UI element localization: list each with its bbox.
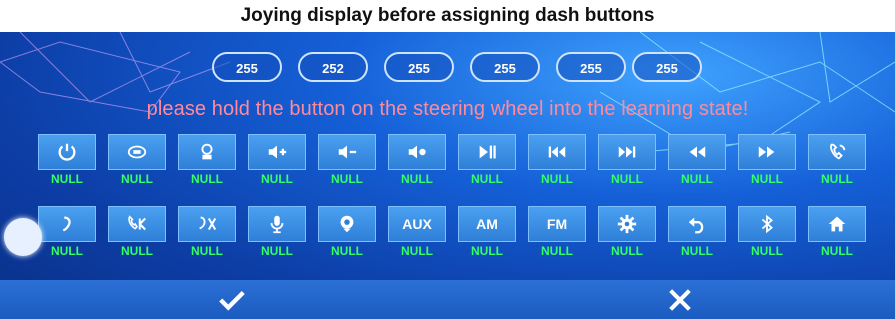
head-unit-screen: 255 252 255 255 255 255 please hold the … [0, 32, 895, 319]
floating-assist-button[interactable] [4, 218, 42, 256]
mute-icon[interactable] [388, 134, 446, 170]
key-status-label: NULL [751, 244, 783, 258]
key-status-label: NULL [121, 244, 153, 258]
key-status-label: NULL [401, 244, 433, 258]
key-call[interactable]: NULL [808, 134, 866, 192]
hook-x-icon[interactable] [178, 206, 236, 242]
key-phone-hangup[interactable]: NULL [178, 134, 236, 192]
am-icon[interactable]: AM [458, 206, 516, 242]
key-status-label: NULL [51, 172, 83, 186]
key-back[interactable]: NULL [668, 206, 726, 264]
navigation-icon[interactable] [318, 206, 376, 242]
learned-values-row: 255 252 255 255 255 255 [212, 52, 712, 84]
key-status-label: NULL [821, 172, 853, 186]
key-status-label: NULL [681, 172, 713, 186]
call-icon[interactable] [808, 134, 866, 170]
key-fm[interactable]: FM NULL [528, 206, 586, 264]
volume-down-icon[interactable] [318, 134, 376, 170]
back-icon[interactable] [668, 206, 726, 242]
aux-icon[interactable]: AUX [388, 206, 446, 242]
key-rewind[interactable]: NULL [668, 134, 726, 192]
key-status-label: NULL [331, 244, 363, 258]
rewind-icon[interactable] [668, 134, 726, 170]
microphone-icon[interactable] [248, 206, 306, 242]
key-hook-x[interactable]: NULL [178, 206, 236, 264]
key-status-label: NULL [191, 244, 223, 258]
power-icon[interactable] [38, 134, 96, 170]
hook-icon[interactable] [38, 206, 96, 242]
phone-hangup-icon[interactable] [178, 134, 236, 170]
fm-icon[interactable]: FM [528, 206, 586, 242]
value-pill-4: 255 [470, 52, 540, 82]
close-x-icon [669, 289, 691, 311]
learning-prompt: please hold the button on the steering w… [146, 98, 749, 120]
settings-gear-icon[interactable] [598, 206, 656, 242]
confirm-button[interactable] [212, 282, 252, 318]
key-status-label: NULL [611, 172, 643, 186]
value-pill-1: 255 [212, 52, 282, 82]
call-k-icon[interactable] [108, 206, 166, 242]
key-home[interactable]: NULL [808, 206, 866, 264]
value-pill-3: 255 [384, 52, 454, 82]
key-aux[interactable]: AUX NULL [388, 206, 446, 264]
key-am[interactable]: AM NULL [458, 206, 516, 264]
key-status-label: NULL [261, 244, 293, 258]
key-play-pause[interactable]: NULL [458, 134, 516, 192]
key-status-label: NULL [401, 172, 433, 186]
fast-forward-icon[interactable] [738, 134, 796, 170]
value-pill-5: 255 [556, 52, 626, 82]
key-status-label: NULL [51, 244, 83, 258]
bluetooth-icon[interactable] [738, 206, 796, 242]
cancel-button[interactable] [660, 282, 700, 318]
key-mute[interactable]: NULL [388, 134, 446, 192]
play-pause-icon[interactable] [458, 134, 516, 170]
previous-track-icon[interactable] [528, 134, 586, 170]
caption-title: Joying display before assigning dash but… [240, 5, 655, 26]
key-status-label: NULL [121, 172, 153, 186]
key-status-label: NULL [821, 244, 853, 258]
key-bluetooth[interactable]: NULL [738, 206, 796, 264]
phone-answer-icon[interactable] [108, 134, 166, 170]
key-status-label: NULL [471, 244, 503, 258]
checkmark-icon [219, 290, 245, 311]
key-status-label: NULL [261, 172, 293, 186]
key-phone-answer[interactable]: NULL [108, 134, 166, 192]
key-status-label: NULL [331, 172, 363, 186]
key-volume-up[interactable]: NULL [248, 134, 306, 192]
key-status-label: NULL [751, 172, 783, 186]
home-icon[interactable] [808, 206, 866, 242]
key-power[interactable]: NULL [38, 134, 96, 192]
key-fast-forward[interactable]: NULL [738, 134, 796, 192]
key-status-label: NULL [541, 172, 573, 186]
next-track-icon[interactable] [598, 134, 656, 170]
key-call-k[interactable]: NULL [108, 206, 166, 264]
volume-up-icon[interactable] [248, 134, 306, 170]
key-hook[interactable]: NULL [38, 206, 96, 264]
value-pill-6: 255 [632, 52, 702, 82]
key-previous-track[interactable]: NULL [528, 134, 586, 192]
value-pill-2: 252 [298, 52, 368, 82]
bottom-action-bar [0, 280, 895, 319]
key-settings[interactable]: NULL [598, 206, 656, 264]
key-status-label: NULL [191, 172, 223, 186]
key-status-label: NULL [681, 244, 713, 258]
key-microphone[interactable]: NULL [248, 206, 306, 264]
key-volume-down[interactable]: NULL [318, 134, 376, 192]
key-status-label: NULL [541, 244, 573, 258]
key-status-label: NULL [611, 244, 643, 258]
key-status-label: NULL [471, 172, 503, 186]
key-next-track[interactable]: NULL [598, 134, 656, 192]
key-navigation[interactable]: NULL [318, 206, 376, 264]
